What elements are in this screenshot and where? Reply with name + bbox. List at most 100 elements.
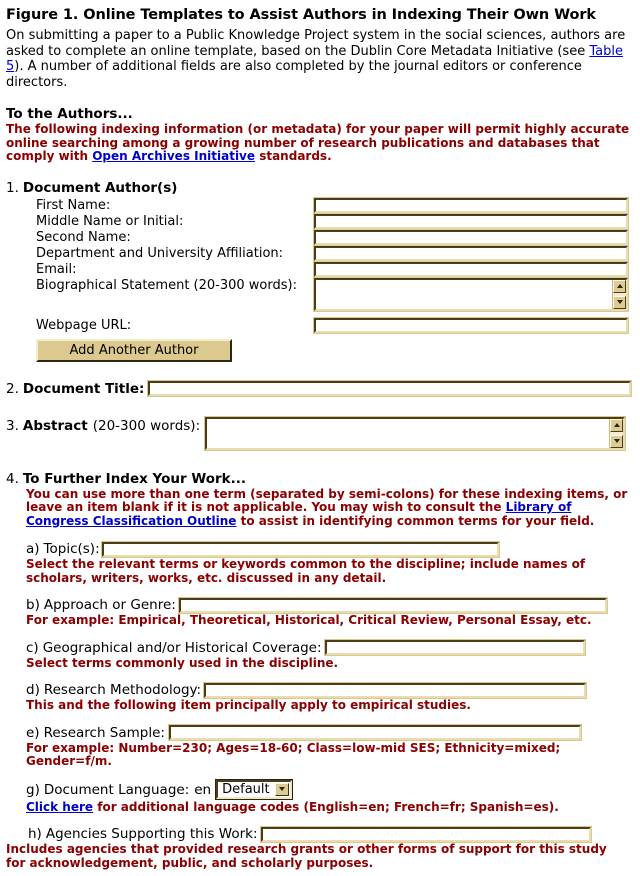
- section-3-row: 3. Abstract (20-300 words):: [6, 415, 640, 451]
- intro-text-part2: ). A number of additional fields are als…: [6, 59, 582, 90]
- section-4-note: You can use more than one term (separate…: [26, 487, 628, 529]
- input-middle-name[interactable]: [313, 212, 629, 230]
- textarea-abstract-wrapper[interactable]: [204, 415, 627, 451]
- scroll-down-icon[interactable]: [613, 295, 626, 309]
- item-h-help: Includes agencies that provided research…: [6, 842, 607, 870]
- field-row-middle-name: Middle Name or Initial:: [36, 212, 640, 230]
- language-codes-link[interactable]: Click here: [26, 800, 93, 814]
- label-first-name: First Name:: [36, 197, 111, 213]
- item-a-label: Topic(s):: [43, 541, 100, 557]
- label-middle-name: Middle Name or Initial:: [36, 213, 184, 229]
- add-another-author-button[interactable]: Add Another Author: [36, 338, 232, 362]
- item-b-approach: b) Approach or Genre: For example: Empir…: [26, 596, 640, 628]
- item-d-methodology: d) Research Methodology: This and the fo…: [26, 681, 640, 713]
- item-e-row: e) Research Sample:: [26, 724, 640, 741]
- item-d-label: Research Methodology:: [43, 682, 202, 698]
- textarea-bio-wrapper[interactable]: [313, 276, 629, 312]
- intro-text-part1: On submitting a paper to a Public Knowle…: [6, 28, 626, 59]
- item-g-key: g): [26, 782, 40, 798]
- author-fields: First Name: Middle Name or Initial: Seco…: [36, 196, 640, 336]
- item-h-label: Agencies Supporting this Work:: [45, 826, 258, 842]
- section-3-title: Abstract: [22, 417, 88, 434]
- item-e-sample: e) Research Sample: For example: Number=…: [26, 724, 640, 769]
- item-d-row: d) Research Methodology:: [26, 681, 640, 699]
- label-webpage-url: Webpage URL:: [36, 317, 132, 333]
- figure-container: Figure 1. Online Templates to Assist Aut…: [0, 7, 640, 876]
- input-research-methodology[interactable]: [203, 681, 588, 699]
- item-b-label: Approach or Genre:: [43, 597, 176, 613]
- bio-scrollbar[interactable]: [612, 279, 626, 309]
- item-e-key: e): [26, 724, 40, 741]
- input-document-title[interactable]: [147, 380, 633, 397]
- input-topics[interactable]: [100, 540, 500, 558]
- scroll-up-icon[interactable]: [613, 279, 626, 293]
- item-a-key: a): [26, 541, 40, 557]
- item-a-topics: a) Topic(s): Select the relevant terms o…: [26, 540, 640, 585]
- field-row-department: Department and University Affiliation:: [36, 244, 640, 262]
- section-1-heading: 1. Document Author(s): [6, 180, 640, 196]
- input-department[interactable]: [313, 244, 629, 262]
- field-row-second-name: Second Name:: [36, 228, 640, 246]
- abstract-scrollbar[interactable]: [609, 418, 624, 448]
- item-d-key: d): [26, 682, 40, 698]
- item-h-row: h) Agencies Supporting this Work:: [28, 825, 640, 843]
- input-approach-genre[interactable]: [177, 596, 608, 614]
- to-authors-note: The following indexing information (or m…: [6, 122, 634, 164]
- field-row-webpage-url: Webpage URL:: [36, 316, 640, 336]
- section-1-number: 1.: [6, 179, 19, 196]
- language-select-value: Default: [222, 781, 270, 797]
- item-g-row: g) Document Language: en Default: [26, 778, 640, 800]
- item-b-row: b) Approach or Genre:: [26, 596, 640, 614]
- item-c-geographical: c) Geographical and/or Historical Covera…: [26, 639, 640, 671]
- language-code: en: [194, 782, 212, 798]
- label-bio: Biographical Statement (20-300 words):: [36, 277, 297, 293]
- figure-title: Figure 1. Online Templates to Assist Aut…: [6, 7, 596, 23]
- label-department: Department and University Affiliation:: [36, 245, 284, 261]
- item-c-label: Geographical and/or Historical Coverage:: [42, 639, 322, 656]
- scroll-down-icon[interactable]: [610, 434, 624, 448]
- section-2-number: 2.: [6, 380, 19, 397]
- item-e-label: Research Sample:: [43, 724, 165, 741]
- scroll-up-icon[interactable]: [610, 418, 624, 432]
- section-1-title: Document Author(s): [22, 179, 178, 196]
- item-a-row: a) Topic(s):: [26, 540, 640, 558]
- item-a-help: Select the relevant terms or keywords co…: [26, 557, 586, 585]
- label-second-name: Second Name:: [36, 229, 131, 245]
- input-agencies[interactable]: [259, 825, 592, 843]
- to-authors-heading: To the Authors...: [6, 106, 133, 122]
- input-second-name[interactable]: [313, 228, 629, 246]
- item-h-key: h): [28, 826, 42, 842]
- label-email: Email:: [36, 261, 77, 277]
- item-d-help: This and the following item principally …: [26, 698, 471, 712]
- section-3-hint: (20-300 words):: [92, 417, 201, 434]
- item-g-help-rest: for additional language codes (English=e…: [93, 799, 559, 814]
- item-g-help: Click here for additional language codes…: [26, 799, 634, 815]
- to-authors-note-part2: standards.: [255, 149, 332, 163]
- chevron-down-icon[interactable]: [274, 782, 289, 796]
- item-c-help: Select terms commonly used in the discip…: [26, 655, 339, 670]
- item-g-language: g) Document Language: en Default Click h…: [26, 778, 640, 815]
- input-webpage-url[interactable]: [313, 316, 629, 334]
- input-research-sample[interactable]: [167, 724, 582, 741]
- field-row-bio: Biographical Statement (20-300 words):: [36, 276, 640, 314]
- section-4-number: 4.: [6, 470, 19, 487]
- item-h-agencies: h) Agencies Supporting this Work: Includ…: [6, 825, 640, 870]
- section-4-heading: 4. To Further Index Your Work...: [6, 471, 640, 487]
- input-geographical-coverage[interactable]: [323, 639, 586, 656]
- intro-paragraph: On submitting a paper to a Public Knowle…: [6, 28, 634, 90]
- section-3-number: 3.: [6, 417, 19, 434]
- input-email[interactable]: [313, 260, 629, 278]
- item-e-help: For example: Number=230; Ages=18-60; Cla…: [26, 740, 561, 768]
- section-2-title: Document Title:: [22, 380, 145, 397]
- item-b-help: For example: Empirical, Theoretical, His…: [26, 613, 592, 627]
- field-row-first-name: First Name:: [36, 196, 640, 214]
- item-c-key: c): [26, 639, 39, 656]
- item-c-row: c) Geographical and/or Historical Covera…: [26, 639, 640, 656]
- field-row-email: Email:: [36, 260, 640, 278]
- section-2-row: 2. Document Title:: [6, 380, 640, 397]
- language-select[interactable]: Default: [215, 778, 293, 800]
- open-archives-initiative-link[interactable]: Open Archives Initiative: [92, 149, 255, 163]
- input-first-name[interactable]: [313, 196, 629, 214]
- section-4-note-part2: to assist in identifying common terms fo…: [236, 513, 595, 528]
- item-b-key: b): [26, 597, 40, 613]
